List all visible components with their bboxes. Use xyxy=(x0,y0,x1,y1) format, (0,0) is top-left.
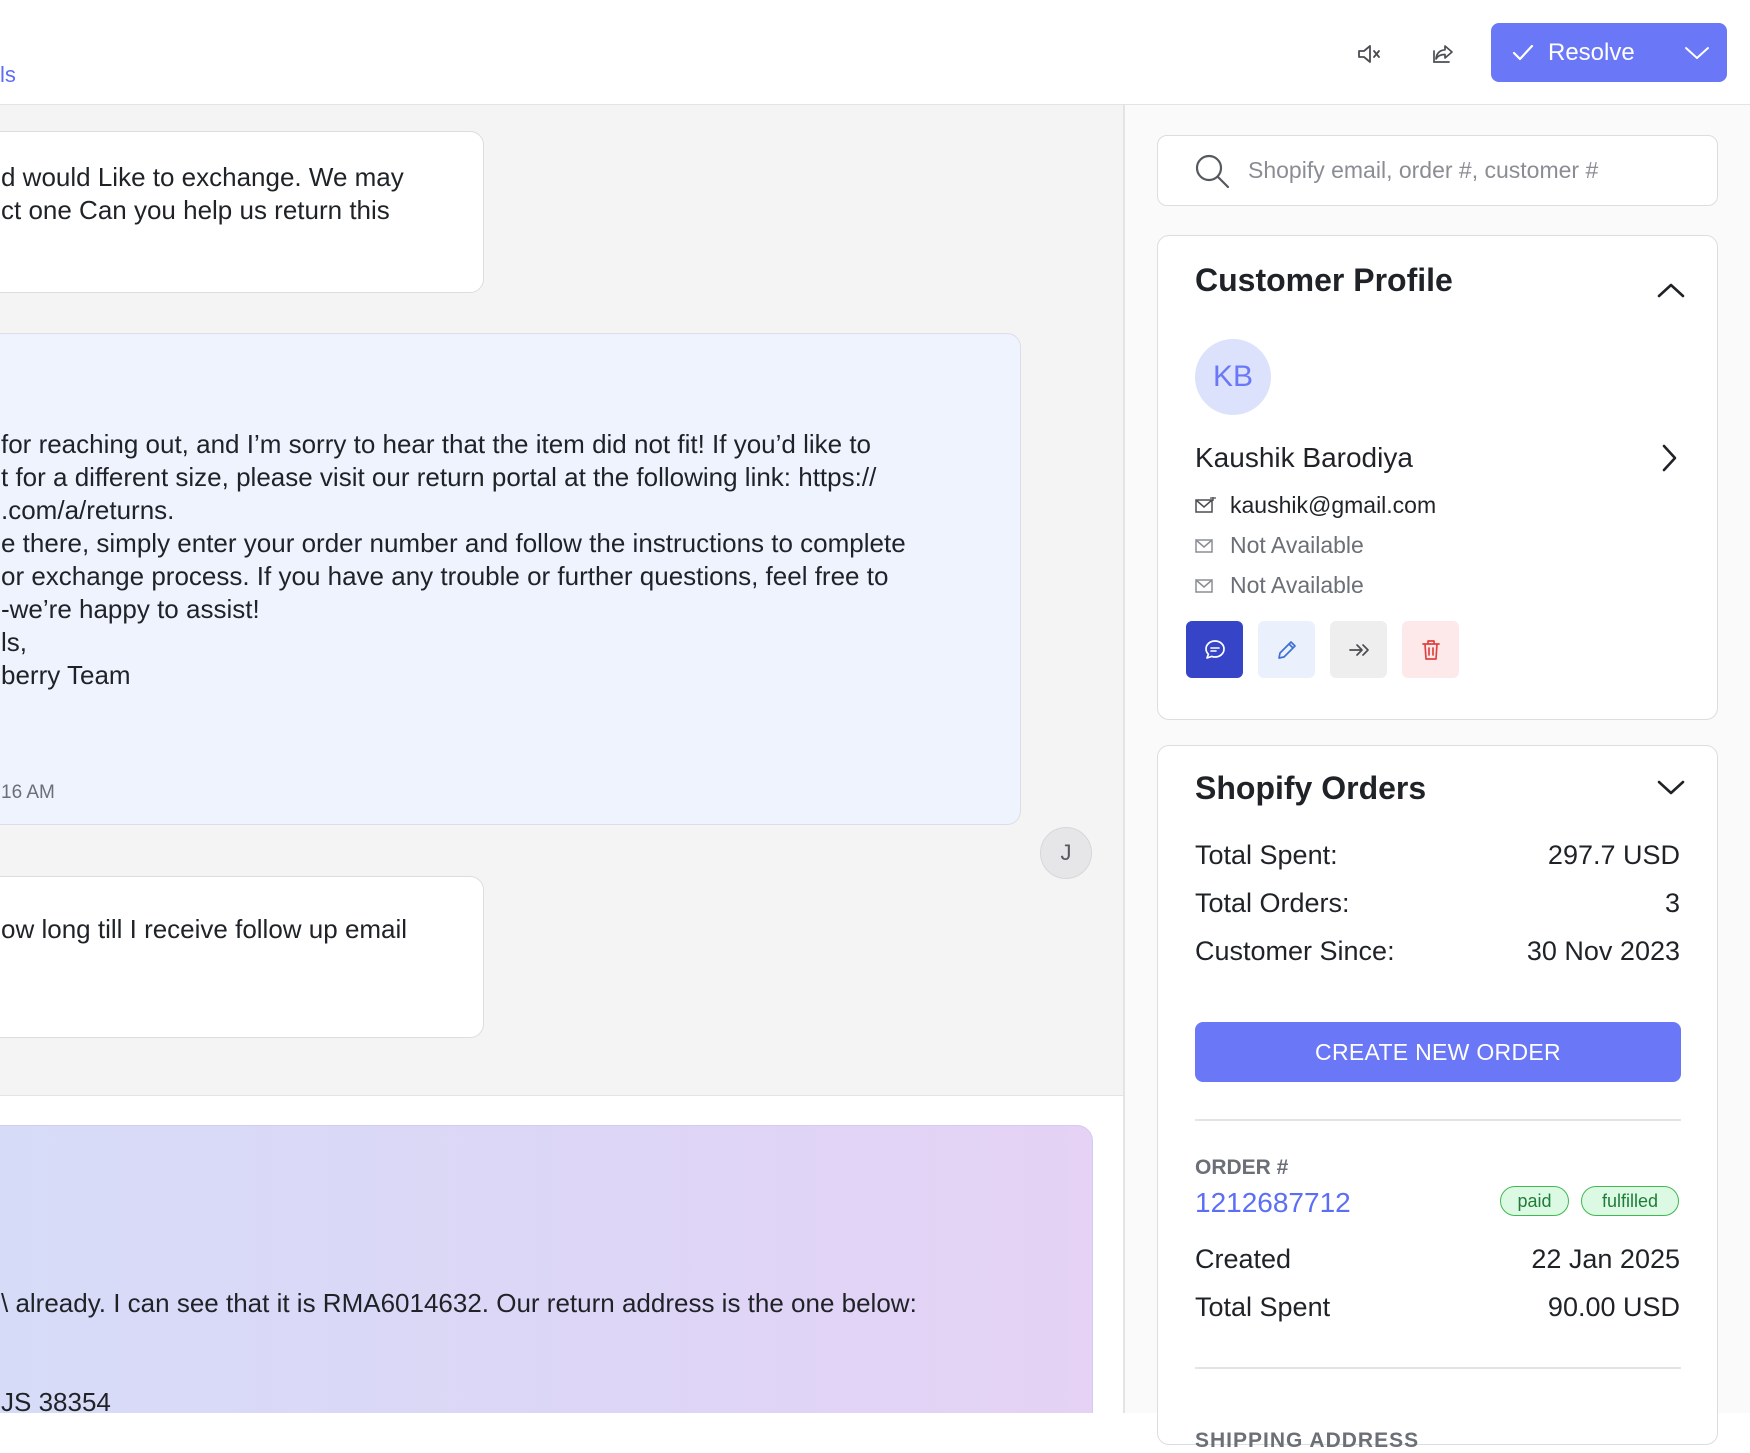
message-line: -we’re happy to assist! xyxy=(1,594,260,624)
chat-button[interactable] xyxy=(1186,621,1243,678)
shipping-address-label: SHIPPING ADDRESS xyxy=(1195,1429,1420,1452)
agent-message: for reaching out, and I’m sorry to hear … xyxy=(0,333,1021,825)
create-new-order-button[interactable]: CREATE NEW ORDER xyxy=(1195,1022,1681,1082)
message-line: d would Like to exchange. We may xyxy=(1,162,404,192)
agent-avatar: J xyxy=(1040,827,1092,879)
mail-icon xyxy=(1195,576,1219,596)
order-created-row: Created 22 Jan 2025 xyxy=(1195,1244,1680,1275)
resolve-dropdown-toggle[interactable] xyxy=(1667,23,1727,82)
kv-value: 90.00 USD xyxy=(1547,1292,1680,1322)
kv-label: Total Spent: xyxy=(1195,840,1338,870)
contact-row-3: Not Available xyxy=(1195,572,1364,599)
contact-value: Not Available xyxy=(1230,532,1364,558)
mail-icon xyxy=(1195,496,1219,516)
customer-message: d would Like to exchange. We may ct one … xyxy=(0,131,484,293)
delete-button[interactable] xyxy=(1402,621,1459,678)
pencil-icon xyxy=(1277,640,1296,659)
customer-email: kaushik@gmail.com xyxy=(1230,492,1437,518)
kv-value: 3 xyxy=(1664,888,1680,918)
message-line: e there, simply enter your order number … xyxy=(1,528,906,558)
kv-value: 297.7 USD xyxy=(1547,840,1680,870)
customer-sidebar: Customer Profile KB Kaushik Barodiya kau… xyxy=(1125,105,1750,1452)
customer-message: ow long till I receive follow up email xyxy=(0,876,484,1038)
mail-icon xyxy=(1195,536,1219,556)
contact-row-2: Not Available xyxy=(1195,532,1364,559)
expand-orders-button[interactable] xyxy=(1653,770,1689,806)
panel-title: Shopify Orders xyxy=(1195,770,1427,806)
message-line: or exchange process. If you have any tro… xyxy=(1,561,889,591)
double-chevron-right-icon xyxy=(1348,643,1369,656)
customer-name: Kaushik Barodiya xyxy=(1195,442,1413,473)
chat-icon xyxy=(1204,639,1225,659)
search-input[interactable] xyxy=(1246,156,1690,185)
customer-avatar: KB xyxy=(1195,339,1271,415)
kv-label: Total Spent xyxy=(1195,1292,1331,1322)
kv-value: 30 Nov 2023 xyxy=(1526,936,1680,966)
mute-icon xyxy=(1358,45,1380,63)
customer-profile-panel: Customer Profile KB Kaushik Barodiya kau… xyxy=(1157,235,1718,720)
panel-title: Customer Profile xyxy=(1195,262,1453,298)
kv-value: 22 Jan 2025 xyxy=(1531,1244,1680,1274)
message-line: t for a different size, please visit our… xyxy=(1,462,877,492)
message-line: ow long till I receive follow up email xyxy=(1,914,408,944)
kv-label: Customer Since: xyxy=(1195,936,1395,966)
shopify-search-box xyxy=(1157,135,1718,206)
check-icon xyxy=(1512,44,1534,60)
shopify-orders-panel: Shopify Orders Total Spent: 297.7 USD To… xyxy=(1157,745,1718,1452)
total-orders-row: Total Orders: 3 xyxy=(1195,888,1680,919)
message-line: for reaching out, and I’m sorry to hear … xyxy=(1,429,871,459)
mute-button[interactable] xyxy=(1349,34,1389,74)
contact-value: Not Available xyxy=(1230,572,1364,598)
order-label: ORDER # xyxy=(1195,1156,1289,1179)
chevron-right-icon xyxy=(1662,444,1677,472)
divider xyxy=(1195,1367,1681,1369)
profile-actions xyxy=(1186,621,1459,678)
divider xyxy=(1195,1119,1681,1121)
trash-icon xyxy=(1421,639,1440,660)
resolve-label: Resolve xyxy=(1548,38,1635,66)
resolve-button-group: Resolve xyxy=(1491,23,1727,82)
open-customer-button[interactable] xyxy=(1651,440,1687,476)
contact-email-row: kaushik@gmail.com xyxy=(1195,492,1436,519)
suggestion-line: \ already. I can see that it is RMA60146… xyxy=(1,1288,917,1318)
chevron-down-icon xyxy=(1685,46,1709,59)
conversation-thread[interactable]: d would Like to exchange. We may ct one … xyxy=(0,105,1123,1095)
status-badge-fulfilled: fulfilled xyxy=(1581,1186,1679,1216)
top-bar: ls Resolve xyxy=(0,0,1750,105)
order-number-link[interactable]: 1212687712 xyxy=(1195,1187,1351,1219)
suggestion-line: JS 38354 xyxy=(1,1387,111,1413)
status-badge-paid: paid xyxy=(1500,1186,1569,1216)
collapse-profile-button[interactable] xyxy=(1653,272,1689,308)
share-button[interactable] xyxy=(1423,34,1463,74)
share-icon xyxy=(1433,45,1453,63)
resolve-button[interactable]: Resolve xyxy=(1491,23,1667,82)
kv-label: Created xyxy=(1195,1244,1292,1274)
chevron-down-icon xyxy=(1657,780,1685,795)
message-timestamp: 16 AM xyxy=(1,782,55,803)
message-line: berry Team xyxy=(1,660,131,690)
kv-label: Total Orders: xyxy=(1195,888,1350,918)
merge-button[interactable] xyxy=(1330,621,1387,678)
total-spent-row: Total Spent: 297.7 USD xyxy=(1195,840,1680,871)
message-line: ls, xyxy=(1,627,27,657)
ai-suggestion-card[interactable]: \ already. I can see that it is RMA60146… xyxy=(0,1125,1093,1413)
message-line: ct one Can you help us return this xyxy=(1,195,390,225)
chevron-up-icon xyxy=(1657,283,1685,298)
details-tab-link[interactable]: ls xyxy=(0,62,16,88)
order-total-row: Total Spent 90.00 USD xyxy=(1195,1292,1680,1323)
message-line: .com/a/returns. xyxy=(1,495,175,525)
edit-button[interactable] xyxy=(1258,621,1315,678)
customer-since-row: Customer Since: 30 Nov 2023 xyxy=(1195,936,1680,967)
composer-area: \ already. I can see that it is RMA60146… xyxy=(0,1095,1123,1413)
search-icon xyxy=(1192,151,1232,191)
